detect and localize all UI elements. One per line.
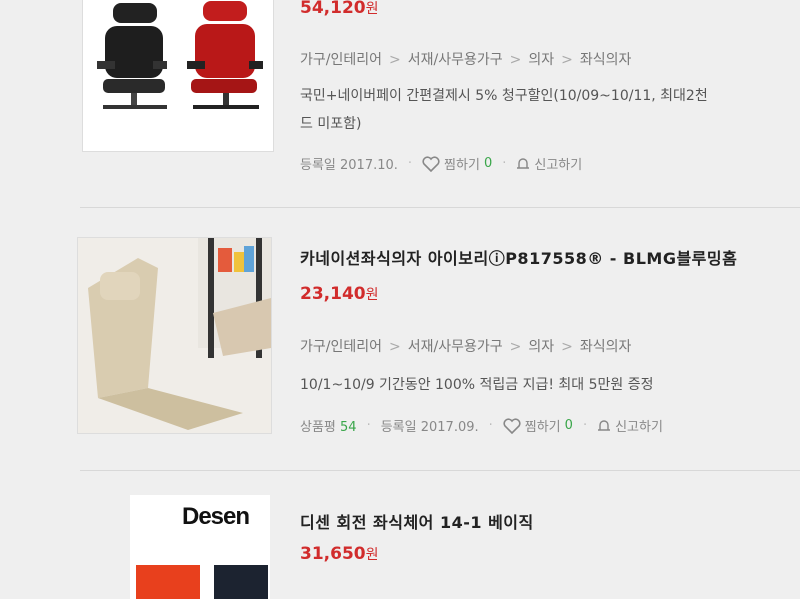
registered-date: 등록일 2017.09. [380, 420, 479, 435]
heart-icon [503, 417, 521, 434]
product-price-2: 23,140원 [300, 284, 379, 304]
price-unit: 원 [365, 1, 379, 17]
bell-icon [517, 157, 530, 169]
promo-text-1a: 국민+네이버페이 간편결제시 5% 청구할인(10/09~10/11, 최대2천 [300, 88, 708, 104]
review-label: 상품평 [300, 420, 336, 435]
breadcrumb-separator: > [561, 339, 573, 355]
product-swatch-navy [214, 565, 268, 599]
heart-icon [422, 155, 440, 172]
wish-label: 찜하기 [524, 420, 561, 435]
promo-text-2: 10/1~10/9 기간동안 100% 적립금 지급! 최대 5만원 증정 [300, 377, 654, 393]
item-divider [80, 470, 800, 471]
meta-separator: · [582, 418, 588, 433]
category-breadcrumb-1: 가구/인테리어 > 서재/사무용가구 > 의자 > 좌식의자 [300, 49, 631, 69]
price-value: 31,650 [300, 544, 366, 564]
review-count: 54 [340, 420, 357, 435]
breadcrumb-separator: > [389, 52, 401, 68]
meta-row-2: 상품평 54 · 등록일 2017.09. · 찜하기 0 · 신고하기 [300, 416, 663, 435]
review-link[interactable]: 상품평 54 [300, 416, 357, 435]
product-price-3: 31,650원 [300, 544, 379, 564]
product-swatch-orange [136, 565, 200, 599]
breadcrumb-separator: > [561, 52, 573, 68]
category-level-4[interactable]: 좌식의자 [580, 52, 632, 68]
product-title-3[interactable]: 디센 회전 좌식체어 14-1 베이직 [300, 509, 534, 533]
product-thumbnail-2[interactable] [77, 237, 272, 434]
meta-separator: · [502, 156, 507, 171]
meta-separator: · [488, 418, 493, 433]
chair-pair-image [83, 0, 273, 151]
wish-count: 0 [483, 156, 493, 171]
registered-date: 등록일 2017.10. [300, 158, 398, 173]
bell-icon [598, 419, 611, 431]
category-level-3[interactable]: 의자 [528, 339, 554, 355]
product-title-2[interactable]: 카네이션좌식의자 아이보리ⓘP817558® - BLMG블루밍홈 [300, 245, 737, 269]
price-unit: 원 [365, 547, 379, 563]
report-button[interactable]: 신고하기 [597, 416, 663, 435]
product-thumbnail-1[interactable] [82, 0, 274, 152]
breadcrumb-separator: > [509, 339, 522, 355]
product-thumbnail-3[interactable]: Desen [130, 495, 270, 599]
meta-separator: · [407, 156, 413, 171]
report-label: 신고하기 [615, 420, 663, 435]
wish-button[interactable]: 찜하기 0 [422, 154, 492, 173]
meta-separator: · [366, 418, 371, 433]
category-level-2[interactable]: 서재/사무용가구 [408, 52, 503, 68]
wish-button[interactable]: 찜하기 0 [503, 416, 573, 435]
wish-count: 0 [564, 418, 573, 433]
brand-logo: Desen [182, 503, 250, 530]
product-price-1: 54,120원 [300, 0, 379, 18]
category-level-4[interactable]: 좌식의자 [580, 339, 632, 355]
category-level-1[interactable]: 가구/인테리어 [300, 339, 382, 355]
meta-row-1: 등록일 2017.10. · 찜하기 0 · 신고하기 [300, 154, 582, 173]
item-divider [80, 207, 800, 208]
breadcrumb-separator: > [509, 52, 522, 68]
breadcrumb-separator: > [389, 339, 401, 355]
floor-chair-image [78, 238, 271, 433]
category-breadcrumb-2: 가구/인테리어 > 서재/사무용가구 > 의자 > 좌식의자 [300, 336, 631, 356]
wish-label: 찜하기 [444, 158, 480, 173]
price-value: 54,120 [300, 0, 366, 18]
price-value: 23,140 [300, 284, 366, 304]
category-level-3[interactable]: 의자 [528, 52, 554, 68]
report-button[interactable]: 신고하기 [516, 154, 582, 173]
category-level-1[interactable]: 가구/인테리어 [300, 52, 382, 68]
price-unit: 원 [365, 287, 379, 303]
category-level-2[interactable]: 서재/사무용가구 [408, 339, 503, 355]
report-label: 신고하기 [534, 158, 583, 173]
promo-text-1b: 드 미포함) [300, 116, 362, 132]
